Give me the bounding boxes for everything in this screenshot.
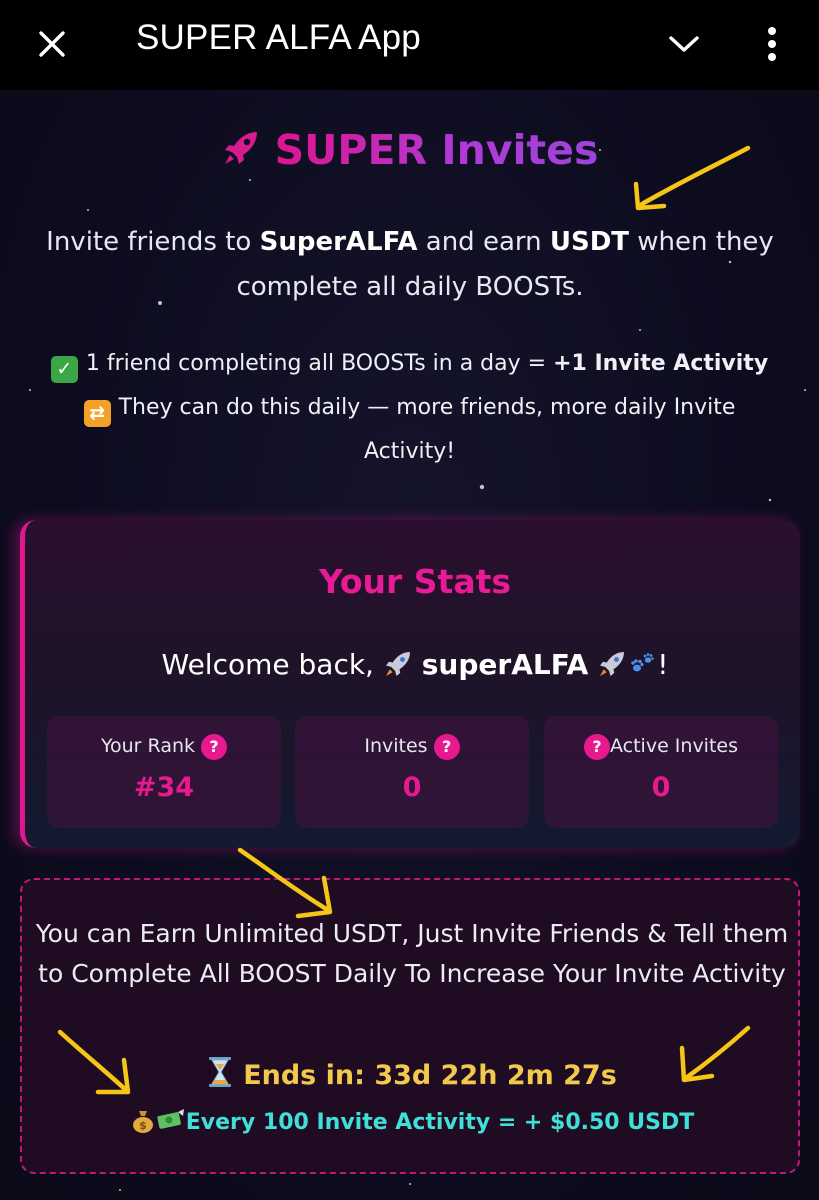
promo-card: You can Earn Unlimited USDT, Just Invite… <box>20 878 800 1174</box>
intro-prefix: Invite friends to <box>46 227 260 257</box>
active-invites-value: 0 <box>651 772 671 803</box>
active-label-text: Active Invites <box>609 735 739 757</box>
rocket-icon <box>600 652 625 676</box>
rank-help-icon[interactable]: ? <box>201 734 228 760</box>
hero-title-text: SUPER Invites <box>274 126 599 174</box>
stat-active-label: ? Active Invites <box>544 734 778 760</box>
intro-middle: and earn <box>417 227 550 257</box>
welcome-prefix: Welcome back, <box>161 648 383 681</box>
app-bar: SUPER ALFA App <box>0 0 819 90</box>
rule-1-text: 1 friend completing all BOOSTs in a day … <box>85 351 554 376</box>
intro-brand: SuperALFA <box>259 227 418 257</box>
reward-text: Every 100 Invite Activity = + $0.50 USDT <box>185 1110 695 1135</box>
check-mark-icon: ✓ <box>50 356 78 383</box>
svg-text:$: $ <box>139 1119 147 1132</box>
rule-1-bold: +1 Invite Activity <box>553 351 769 376</box>
flying-money-icon <box>157 1109 184 1129</box>
stat-rank: Your Rank ? #34 <box>47 716 281 828</box>
intro-currency: USDT <box>549 227 630 257</box>
close-button[interactable] <box>30 22 74 66</box>
countdown: Ends in: 33d 22h 2m 27s <box>22 1056 802 1095</box>
hourglass-icon <box>209 1057 232 1087</box>
stats-card: Your Stats Welcome back, superALFA ! You… <box>20 520 800 848</box>
invites-label-text: Invites <box>364 735 428 757</box>
rank-value: #34 <box>133 772 195 803</box>
intro-text: Invite friends to SuperALFA and earn USD… <box>30 220 790 310</box>
rocket-icon <box>385 652 410 676</box>
rule-2-end: Activity! <box>363 439 456 464</box>
invites-help-icon[interactable]: ? <box>433 734 460 760</box>
stat-invites: Invites ? 0 <box>295 716 529 828</box>
hero-title: SUPER Invites <box>0 126 819 178</box>
stat-rank-label: Your Rank ? <box>47 734 281 760</box>
invites-value: 0 <box>402 772 422 803</box>
countdown-text: Ends in: 33d 22h 2m 27s <box>243 1060 617 1091</box>
rocket-icon <box>224 132 257 164</box>
username: superALFA <box>421 648 589 681</box>
promo-text: You can Earn Unlimited USDT, Just Invite… <box>35 919 789 988</box>
rank-label-text: Your Rank <box>100 735 196 757</box>
more-vert-icon <box>768 27 776 61</box>
money-bag-icon: $ <box>132 1111 153 1133</box>
rule-2-text: They can do this daily — more friends, m… <box>118 395 736 420</box>
page-content: SUPER Invites Invite friends to SuperALF… <box>0 90 819 1200</box>
stat-active-invites: ? Active Invites 0 <box>544 716 778 828</box>
paw-prints-icon <box>631 653 655 672</box>
rule-daily-activity: ✓ 1 friend completing all BOOSTs in a day… <box>0 342 819 386</box>
rule-repeat-continued: Activity! <box>0 430 819 474</box>
stats-title: Your Stats <box>318 562 512 601</box>
reward-rate: $ Every 100 Invite Activity = + $0.50 US… <box>22 1108 802 1140</box>
welcome-message: Welcome back, superALFA ! <box>25 648 805 681</box>
welcome-suffix: ! <box>657 648 669 681</box>
active-help-icon[interactable]: ? <box>583 734 610 760</box>
more-options-button[interactable] <box>752 18 792 70</box>
chevron-down-icon <box>669 36 699 52</box>
close-icon <box>39 31 65 57</box>
rule-repeat: ⇄ They can do this daily — more friends, … <box>0 386 819 430</box>
collapse-button[interactable] <box>662 22 706 66</box>
stat-invites-label: Invites ? <box>295 734 529 760</box>
repeat-icon: ⇄ <box>83 400 111 427</box>
app-title: SUPER ALFA App <box>136 18 421 57</box>
